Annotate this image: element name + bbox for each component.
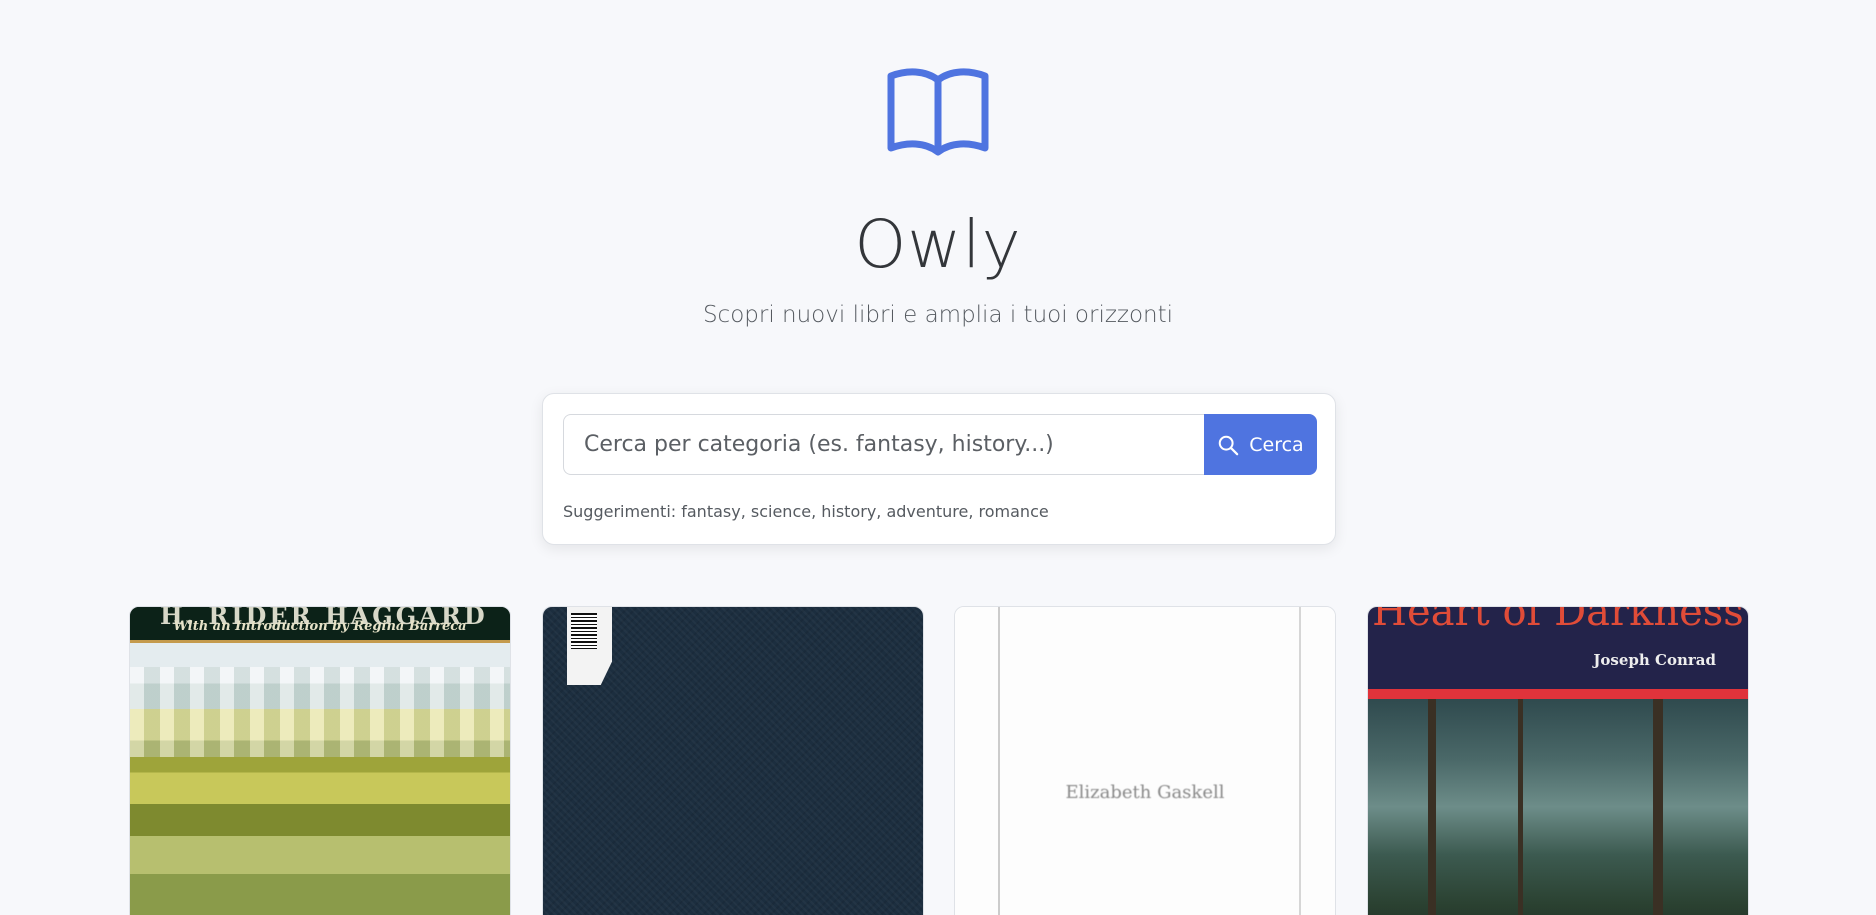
book-cover-image: H. RIDER HAGGARD With an Introduction by… (130, 607, 510, 915)
cover-subtitle: With an Introduction by Regina Barreca (173, 619, 467, 634)
book-card[interactable]: Elizabeth Gaskell (954, 606, 1336, 915)
book-cover-image: Elizabeth Gaskell (955, 607, 1335, 915)
search-suggestions: Suggerimenti: fantasy, science, history,… (563, 502, 1049, 521)
book-cover-image (543, 607, 923, 915)
book-card[interactable]: Heart of Darkness Joseph Conrad (1367, 606, 1749, 915)
search-card: Cerca Suggerimenti: fantasy, science, hi… (542, 393, 1336, 545)
home-page: Owly Scopri nuovi libri e amplia i tuoi … (0, 0, 1876, 915)
barcode-sticker (571, 613, 597, 649)
open-book-icon (887, 68, 989, 156)
book-card[interactable]: H. RIDER HAGGARD With an Introduction by… (129, 606, 511, 915)
search-button-label: Cerca (1249, 433, 1304, 456)
cover-author: Joseph Conrad (1593, 651, 1716, 669)
cover-author: Elizabeth Gaskell (1065, 782, 1225, 803)
app-tagline: Scopri nuovi libri e amplia i tuoi orizz… (702, 302, 1174, 328)
search-input[interactable] (563, 414, 1206, 475)
book-cover-image: Heart of Darkness Joseph Conrad (1368, 607, 1748, 915)
book-card[interactable] (542, 606, 924, 915)
search-icon (1219, 435, 1239, 455)
search-button[interactable]: Cerca (1204, 414, 1317, 475)
app-title: Owly (854, 206, 1022, 283)
cover-title: Heart of Darkness (1372, 606, 1744, 635)
